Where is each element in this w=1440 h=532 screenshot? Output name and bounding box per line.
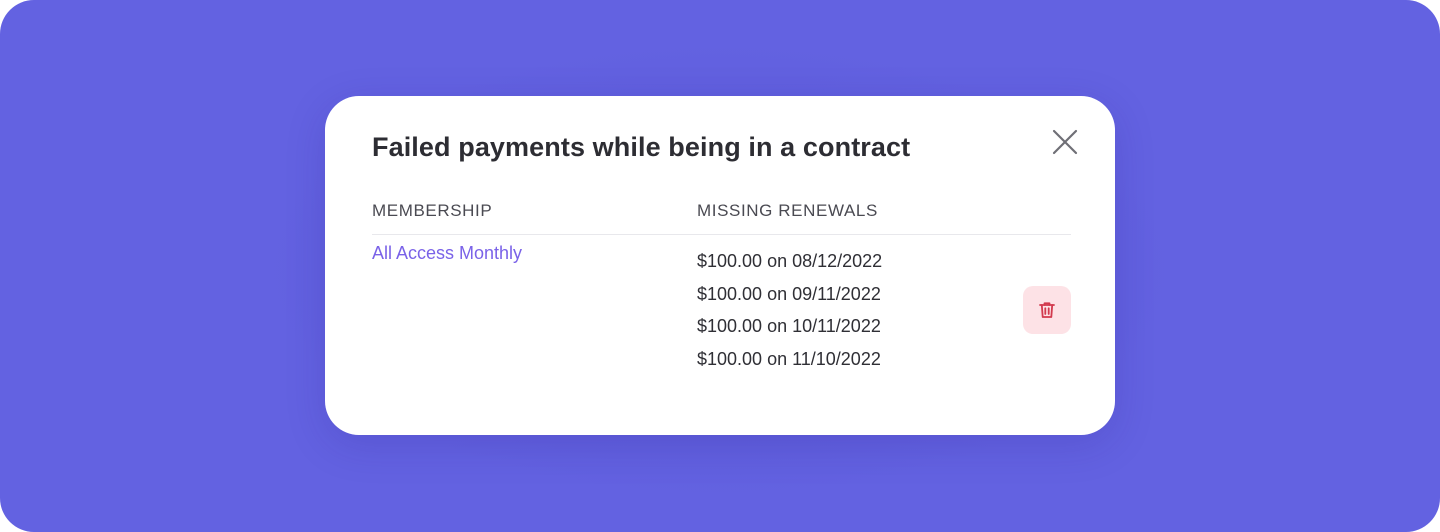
trash-icon xyxy=(1039,302,1055,318)
close-button[interactable] xyxy=(1049,126,1081,158)
modal-title: Failed payments while being in a contrac… xyxy=(372,132,911,162)
renewal-item: $100.00 on 11/10/2022 xyxy=(697,348,881,369)
delete-button[interactable] xyxy=(1023,286,1071,334)
missing-renewals-list: $100.00 on 08/12/2022 $100.00 on 09/11/2… xyxy=(697,250,882,380)
close-icon xyxy=(1052,129,1078,155)
column-header-membership: MEMBERSHIP xyxy=(372,201,493,220)
renewal-item: $100.00 on 08/12/2022 xyxy=(697,251,883,271)
backdrop: Failed payments while being in a contrac… xyxy=(0,0,1440,532)
renewal-item: $100.00 on 10/11/2022 xyxy=(697,316,881,336)
header-divider xyxy=(372,234,1071,235)
membership-link[interactable]: All Access Monthly xyxy=(372,243,522,264)
failed-payments-modal: Failed payments while being in a contrac… xyxy=(325,96,1115,435)
column-header-missing-renewals: MISSING RENEWALS xyxy=(697,201,878,220)
renewal-item: $100.00 on 09/11/2022 xyxy=(697,283,881,304)
